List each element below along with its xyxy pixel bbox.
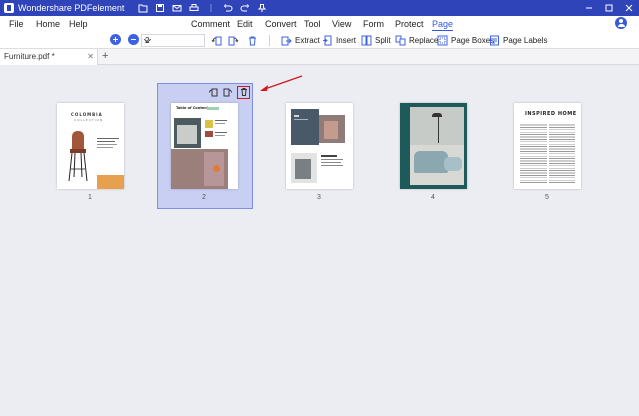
rotate-left-icon [211,36,222,46]
document-tab[interactable]: Furniture.pdf * ✕ [0,49,98,65]
split-icon [361,35,372,46]
pin-icon[interactable] [257,3,267,13]
page-number-label-4: 4 [431,194,435,201]
email-icon[interactable] [172,3,182,13]
folder-icon[interactable] [138,3,148,13]
delete-page-button[interactable] [247,34,258,47]
page-toolbar: 2 Extract Insert Split Replace Page Boxe… [0,32,639,49]
extract-icon [281,36,292,46]
rotate-right-button[interactable] [228,34,239,47]
print-icon[interactable] [189,3,199,13]
split-button[interactable]: Split [361,34,391,47]
replace-label: Replace [409,36,439,45]
page-number-label-5: 5 [545,194,549,201]
page-number-label-2: 2 [202,194,206,201]
toolbar-separator [269,35,270,46]
insert-button[interactable]: Insert [322,34,356,47]
page-boxes-label: Page Boxes [451,36,495,45]
close-icon[interactable] [619,0,639,16]
page-thumbnail-1[interactable]: COLOMBIA COLLECTION [57,103,124,189]
rotate-left-icon[interactable] [208,86,219,98]
insert-label: Insert [336,36,357,45]
rotate-right-icon [228,36,239,46]
menu-convert[interactable]: Convert [265,18,297,31]
page-number-select[interactable]: 2 [141,34,205,47]
page-labels-icon [490,35,499,46]
page-thumbnail-2[interactable]: Table of Contents [171,103,238,189]
insert-icon [323,35,332,46]
menu-bar: File Home Help Comment Edit Convert Tool… [0,16,639,32]
avatar[interactable] [615,17,627,29]
title-bar: Wondershare PDFelement [0,0,639,16]
page-5-heading: INSPIRED HOME [525,111,577,117]
trash-icon [249,36,256,46]
document-tab-label: Furniture.pdf * [4,52,55,61]
page-action-toolbar [206,85,252,99]
page-thumbnail-3[interactable] [286,103,353,189]
rotate-right-icon[interactable] [222,86,233,98]
page-boxes-icon [437,35,448,46]
page-thumbnail-5[interactable]: INSPIRED HOME [514,103,581,189]
menu-home[interactable]: Home [36,18,60,31]
menu-page[interactable]: Page [432,18,454,31]
menu-tool[interactable]: Tool [304,18,321,31]
rotate-left-button[interactable] [211,34,222,47]
page-number-label-3: 3 [317,194,321,201]
menu-protect[interactable]: Protect [395,18,424,31]
zoom-out-icon[interactable] [128,34,139,45]
page-2-heading: Table of Contents [176,106,211,110]
redo-icon[interactable] [240,3,250,13]
page-labels-label: Page Labels [503,36,548,45]
page-1-heading: COLOMBIA [71,112,103,117]
close-tab-icon[interactable]: ✕ [87,52,94,61]
menu-form[interactable]: Form [363,18,384,31]
delete-icon[interactable] [237,85,251,99]
extract-label: Extract [295,36,320,45]
menu-view[interactable]: View [332,18,351,31]
new-tab-icon[interactable]: + [102,51,108,62]
zoom-in-icon[interactable] [110,34,121,45]
minimize-icon[interactable] [579,0,599,16]
app-title: Wondershare PDFelement [18,3,125,13]
logo-icon [4,3,14,13]
document-tab-strip: Furniture.pdf * ✕ + [0,49,639,65]
page-boxes-button[interactable]: Page Boxes [437,34,494,47]
maximize-icon[interactable] [599,0,619,16]
replace-icon [395,35,406,46]
page-1-subheading: COLLECTION [74,118,104,122]
page-thumbnail-4[interactable] [400,103,467,189]
menu-help[interactable]: Help [69,18,88,31]
undo-icon[interactable] [223,3,233,13]
save-icon[interactable] [155,3,165,13]
split-label: Split [375,36,391,45]
menu-edit[interactable]: Edit [237,18,253,31]
chair-illustration [68,131,88,182]
menu-file[interactable]: File [9,18,24,31]
page-labels-button[interactable]: Page Labels [489,34,547,47]
extract-button[interactable]: Extract [281,34,320,47]
replace-button[interactable]: Replace [395,34,438,47]
toolbar-divider [206,3,216,13]
menu-comment[interactable]: Comment [191,18,230,31]
page-number-label-1: 1 [88,194,92,201]
